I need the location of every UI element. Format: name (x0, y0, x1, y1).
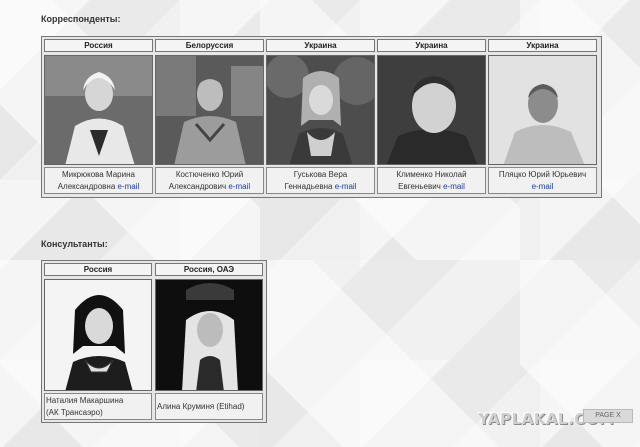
correspondent-caption: Микрюкова Марина Александровна e-mail (44, 167, 153, 194)
consultant-caption: Алина Круминя (Etihad) (155, 393, 263, 420)
email-link[interactable]: e-mail (118, 182, 140, 191)
person-name-line2: Евгеньевич (398, 182, 441, 191)
consultants-table: Россия Наталия Макаршина (АК Трансаэро) … (41, 260, 267, 423)
correspondent-photo (155, 55, 264, 165)
country-header: Украина (377, 39, 486, 52)
person-name-line2: Геннадьевна (284, 182, 333, 191)
country-header: Россия (44, 39, 153, 52)
correspondent-photo (488, 55, 597, 165)
person-name-line2: (АК Трансаэро) (46, 408, 103, 417)
consultants-title: Консультанты: (41, 239, 108, 249)
person-name: Костюченко Юрий (175, 170, 244, 179)
correspondents-table: Россия Микрюкова Марина Александровна e-… (41, 36, 602, 198)
page-indicator[interactable]: PAGE X (583, 409, 633, 423)
country-header: Россия, ОАЭ (155, 263, 263, 276)
country-header: Украина (488, 39, 597, 52)
country-header: Украина (266, 39, 375, 52)
country-header: Белоруссия (155, 39, 264, 52)
consultant-photo (44, 279, 152, 391)
correspondent-photo (44, 55, 153, 165)
email-link[interactable]: e-mail (443, 182, 465, 191)
correspondents-title: Корреспонденты: (41, 14, 121, 24)
person-name-line2: Александровна (57, 182, 116, 191)
consultant-caption: Наталия Макаршина (АК Трансаэро) (44, 393, 152, 420)
consultant-photo (155, 279, 263, 391)
correspondent-photo (266, 55, 375, 165)
person-name-line2: Александрович (168, 182, 227, 191)
correspondent-caption: Клименко Николай Евгеньевич e-mail (377, 167, 486, 194)
person-name: Клименко Николай (396, 170, 467, 179)
email-link[interactable]: e-mail (228, 182, 250, 191)
person-name: Гуськова Вера (293, 170, 348, 179)
correspondent-photo (377, 55, 486, 165)
person-name: Микрюкова Марина (62, 170, 135, 179)
correspondent-caption: Костюченко Юрий Александрович e-mail (155, 167, 264, 194)
email-link[interactable]: e-mail (532, 182, 554, 191)
person-name: Алина Круминя (Etihad) (157, 402, 245, 411)
correspondent-caption: Гуськова Вера Геннадьевна e-mail (266, 167, 375, 194)
email-link[interactable]: e-mail (335, 182, 357, 191)
correspondent-caption: Пляцко Юрий Юрьевич e-mail (488, 167, 597, 194)
person-name: Пляцко Юрий Юрьевич (498, 170, 587, 179)
person-name: Наталия Макаршина (46, 396, 124, 405)
country-header: Россия (44, 263, 152, 276)
